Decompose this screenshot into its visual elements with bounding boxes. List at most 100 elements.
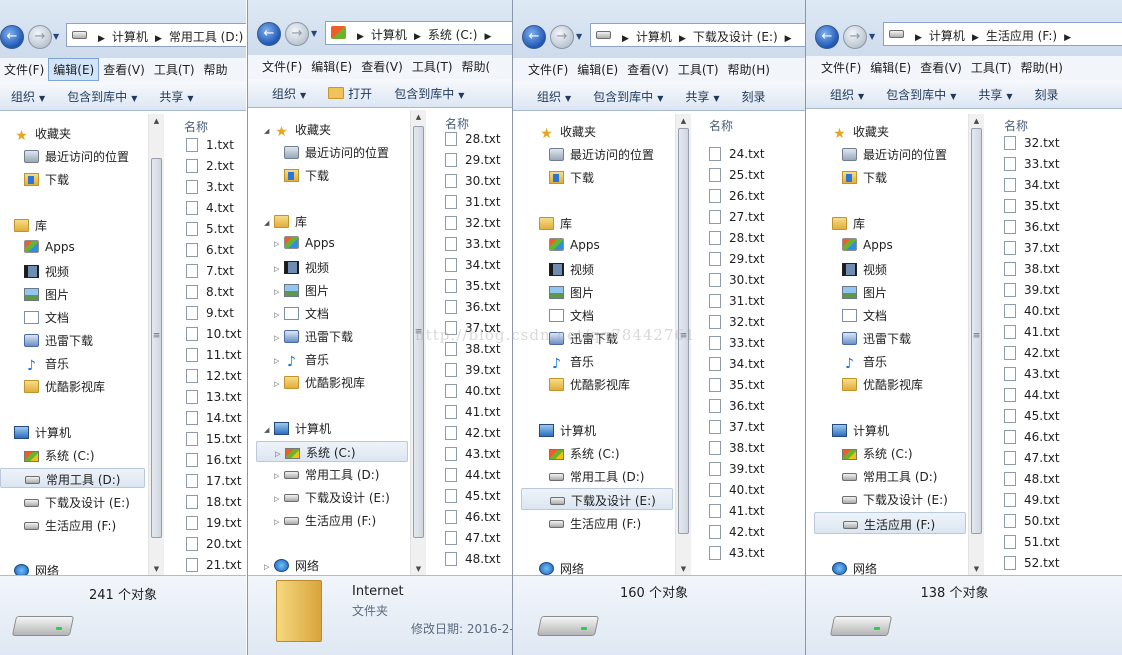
nav-network[interactable]: 网络 [14, 562, 59, 576]
nav-music[interactable]: ♪ 音乐 [842, 353, 887, 371]
collapse-arrow-icon[interactable]: ▷ [264, 563, 274, 571]
file-item[interactable]: 16.txt [186, 453, 242, 467]
menu-edit[interactable]: 编辑(E) [865, 56, 916, 79]
file-item[interactable]: 38.txt [1004, 262, 1060, 276]
nav-favorites[interactable]: ◢ ★ 收藏夹 [264, 121, 331, 139]
include-in-library-button[interactable]: 包含到库中 ▼ [875, 80, 967, 103]
nav-drive-e[interactable]: 下载及设计 (E:) [842, 491, 948, 508]
nav-network[interactable]: 网络 [539, 560, 584, 576]
nav-music[interactable]: ♪ 音乐 [549, 353, 594, 371]
file-item[interactable]: 42.txt [445, 426, 501, 440]
file-item[interactable]: 39.txt [709, 462, 765, 476]
file-item[interactable]: 13.txt [186, 390, 242, 404]
menu-view[interactable]: 查看(V) [915, 56, 967, 79]
nav-drive-f[interactable]: ▷ 生活应用 (F:) [274, 512, 376, 529]
nav-apps[interactable]: Apps [842, 238, 893, 252]
scroll-up-icon[interactable]: ▲ [149, 114, 164, 128]
nav-computer[interactable]: 计算机 [832, 422, 889, 439]
nav-videos[interactable]: 视频 [549, 261, 594, 278]
nav-libraries[interactable]: 库 [14, 217, 47, 234]
file-item[interactable]: 28.txt [709, 231, 765, 245]
file-item[interactable]: 33.txt [1004, 157, 1060, 171]
menu-help[interactable]: 帮助 [199, 58, 233, 81]
file-item[interactable]: 35.txt [1004, 199, 1060, 213]
back-button[interactable]: ← [815, 25, 839, 49]
file-item[interactable]: 31.txt [709, 294, 765, 308]
nav-libraries[interactable]: 库 [539, 215, 572, 232]
address-box[interactable]: ▶ 计算机 ▶ 生活应用 (F:) ▶ [883, 22, 1122, 46]
file-item[interactable]: 45.txt [445, 489, 501, 503]
file-item[interactable]: 41.txt [709, 504, 765, 518]
open-button[interactable]: 打开 [317, 79, 383, 102]
file-item[interactable]: 12.txt [186, 369, 242, 383]
menu-edit[interactable]: 编辑(E) [306, 55, 357, 78]
organize-button[interactable]: 组织 ▼ [0, 82, 56, 105]
nav-network[interactable]: ▷ 网络 [264, 557, 319, 574]
address-box[interactable]: ▶ 计算机 ▶ 下载及设计 (E:) ▶ [590, 23, 805, 47]
breadcrumb-computer[interactable]: 计算机 [112, 30, 148, 44]
nav-apps[interactable]: ▷ Apps [274, 236, 335, 250]
file-item[interactable]: 24.txt [709, 147, 765, 161]
column-header-name[interactable]: 名称 [1004, 117, 1028, 134]
menu-tools[interactable]: 工具(T) [966, 56, 1017, 79]
nav-libraries[interactable]: 库 [832, 215, 865, 232]
nav-recent-places[interactable]: 最近访问的位置 [284, 144, 389, 161]
nav-videos[interactable]: 视频 [24, 263, 69, 280]
file-item[interactable]: 33.txt [709, 336, 765, 350]
file-item[interactable]: 29.txt [709, 252, 765, 266]
nav-drive-d-selected[interactable]: 常用工具 (D:) [0, 468, 145, 488]
file-item[interactable]: 5.txt [186, 222, 234, 236]
nav-music[interactable]: ♪ 音乐 [24, 355, 69, 373]
nav-drive-e[interactable]: 下载及设计 (E:) [24, 494, 130, 511]
file-item[interactable]: 17.txt [186, 474, 242, 488]
file-item[interactable]: 52.txt [1004, 556, 1060, 570]
nav-xunlei-downloads[interactable]: 迅雷下载 [24, 332, 93, 349]
nav-drive-c-selected[interactable]: ▷ 系统 (C:) [256, 441, 408, 462]
file-item[interactable]: 21.txt [186, 558, 242, 572]
file-item[interactable]: 20.txt [186, 537, 242, 551]
column-header-name[interactable]: 名称 [709, 117, 733, 134]
column-header-name[interactable]: 名称 [184, 118, 208, 135]
file-item[interactable]: 11.txt [186, 348, 242, 362]
file-item[interactable]: 37.txt [1004, 241, 1060, 255]
include-in-library-button[interactable]: 包含到库中 ▼ [383, 79, 475, 102]
breadcrumb-drive[interactable]: 常用工具 (D:) [169, 30, 243, 44]
nav-downloads[interactable]: 下载 [284, 167, 329, 184]
file-item[interactable]: 37.txt [709, 420, 765, 434]
menu-view[interactable]: 查看(V) [356, 55, 408, 78]
breadcrumb-drive[interactable]: 系统 (C:) [428, 28, 478, 42]
forward-button[interactable]: → [28, 25, 52, 49]
nav-youku-library[interactable]: 优酷影视库 [549, 376, 630, 393]
nav-favorites[interactable]: ★ 收藏夹 [539, 123, 596, 141]
nav-apps[interactable]: Apps [24, 240, 75, 254]
file-item[interactable]: 1.txt [186, 138, 234, 152]
file-item[interactable]: 33.txt [445, 237, 501, 251]
back-button[interactable]: ← [0, 25, 24, 49]
file-item[interactable]: 25.txt [709, 168, 765, 182]
address-box[interactable]: ▶ 计算机 ▶ 系统 (C:) ▶ [325, 21, 512, 45]
file-item[interactable]: 15.txt [186, 432, 242, 446]
file-item[interactable]: 43.txt [709, 546, 765, 560]
column-header-name[interactable]: 名称 [445, 115, 469, 132]
file-item[interactable]: 39.txt [1004, 283, 1060, 297]
menu-tools[interactable]: 工具(T) [407, 55, 458, 78]
nav-videos[interactable]: 视频 [842, 261, 887, 278]
nav-drive-e-selected[interactable]: 下载及设计 (E:) [521, 488, 673, 510]
nav-computer[interactable]: 计算机 [539, 422, 596, 439]
nav-documents[interactable]: 文档 [549, 307, 594, 324]
organize-button[interactable]: 组织 ▼ [806, 80, 875, 103]
nav-drive-d[interactable]: 常用工具 (D:) [842, 468, 937, 485]
nav-drive-e[interactable]: ▷ 下载及设计 (E:) [274, 489, 390, 506]
file-item[interactable]: 18.txt [186, 495, 242, 509]
file-item[interactable]: 36.txt [709, 399, 765, 413]
file-item[interactable]: 10.txt [186, 327, 242, 341]
menu-edit[interactable]: 编辑(E) [48, 58, 100, 81]
back-button[interactable]: ← [522, 25, 546, 49]
file-item[interactable]: 38.txt [709, 441, 765, 455]
file-item[interactable]: 49.txt [1004, 493, 1060, 507]
collapse-arrow-icon[interactable]: ▷ [274, 380, 284, 388]
file-item[interactable]: 45.txt [1004, 409, 1060, 423]
expand-arrow-icon[interactable]: ◢ [264, 426, 274, 434]
collapse-arrow-icon[interactable]: ▷ [274, 495, 284, 503]
file-item[interactable]: 28.txt [445, 132, 501, 146]
